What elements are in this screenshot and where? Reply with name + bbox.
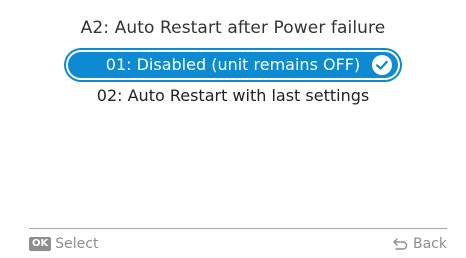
page-title: A2: Auto Restart after Power failure — [80, 18, 386, 38]
settings-screen: A2: Auto Restart after Power failure 01:… — [0, 0, 466, 258]
back-button[interactable]: Back — [392, 235, 447, 253]
back-label: Back — [413, 236, 447, 252]
back-arrow-icon — [393, 238, 408, 250]
select-label: Select — [55, 236, 99, 252]
select-hint[interactable]: OK Select — [29, 235, 98, 253]
option-list: 01: Disabled (unit remains OFF) 02: Auto… — [0, 52, 466, 110]
ok-key-icon: OK — [29, 237, 52, 251]
option-label: 02: Auto Restart with last settings — [96, 86, 370, 105]
footer-divider — [29, 228, 447, 229]
option-label: 01: Disabled (unit remains OFF) — [105, 55, 361, 74]
option-auto-restart[interactable]: 02: Auto Restart with last settings — [53, 82, 413, 110]
check-circle-icon — [372, 55, 392, 75]
option-disabled[interactable]: 01: Disabled (unit remains OFF) — [68, 52, 398, 78]
footer-bar: OK Select Back — [29, 235, 447, 253]
